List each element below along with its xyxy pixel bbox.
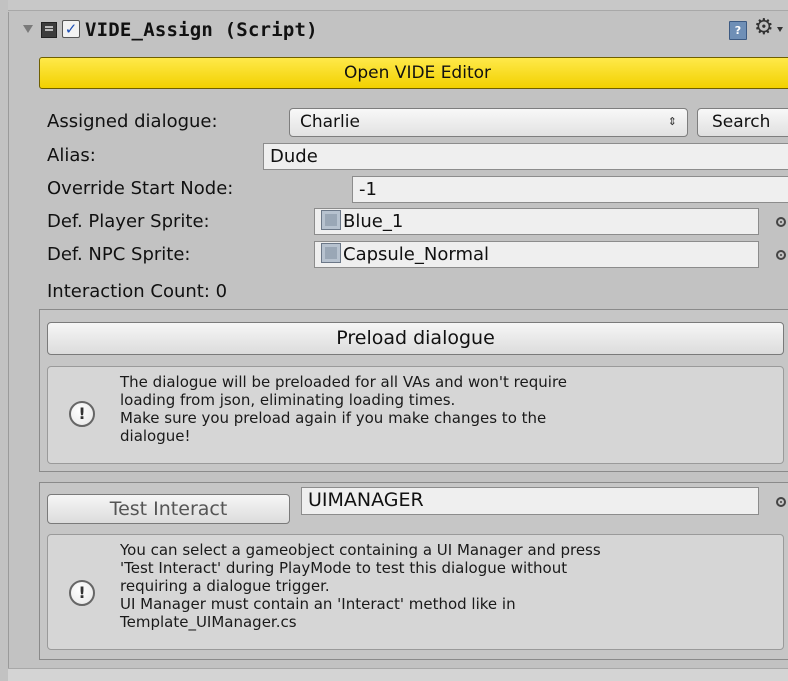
preload-dialogue-button[interactable]: Preload dialogue (47, 322, 784, 355)
vide-assign-component: ✓ VIDE_Assign (Script) ? ⚙ Open VIDE Edi… (8, 12, 788, 668)
open-vide-editor-button[interactable]: Open VIDE Editor (39, 57, 788, 89)
foldout-arrow-icon[interactable] (23, 25, 33, 33)
help-line: 'Test Interact' during PlayMode to test … (120, 559, 568, 577)
npc-sprite-label: Def. NPC Sprite: (47, 244, 191, 265)
inspector-bottom-edge (8, 668, 788, 681)
help-line: The dialogue will be preloaded for all V… (120, 373, 568, 391)
player-sprite-label: Def. Player Sprite: (47, 211, 210, 232)
npc-sprite-value: Capsule_Normal (343, 244, 490, 265)
help-line: loading from json, eliminating loading t… (120, 391, 456, 409)
search-button[interactable]: Search (697, 108, 788, 137)
help-line: UI Manager must contain an 'Interact' me… (120, 595, 516, 613)
help-line: dialogue! (120, 427, 191, 445)
override-start-node-input[interactable]: -1 (352, 176, 788, 203)
dropdown-arrows-icon: ⇕ (667, 115, 677, 128)
assigned-dialogue-value: Charlie (300, 112, 360, 132)
help-line: Make sure you preload again if you make … (120, 409, 547, 427)
npc-sprite-field[interactable]: Capsule_Normal (314, 241, 759, 268)
script-icon (41, 22, 57, 38)
help-line: You can select a gameobject containing a… (120, 541, 601, 559)
object-picker-icon[interactable] (776, 250, 786, 260)
ui-manager-field[interactable]: UIMANAGER (301, 487, 759, 515)
player-sprite-field[interactable]: Blue_1 (314, 208, 759, 235)
component-header[interactable]: ✓ VIDE_Assign (Script) ? ⚙ (9, 12, 788, 52)
assigned-dialogue-dropdown[interactable]: Charlie ⇕ (289, 108, 688, 137)
object-picker-icon[interactable] (776, 497, 786, 507)
test-interact-button[interactable]: Test Interact (47, 494, 290, 524)
preload-help-box: ! The dialogue will be preloaded for all… (47, 366, 784, 464)
component-title: VIDE_Assign (Script) (85, 19, 318, 41)
info-icon: ! (69, 580, 95, 606)
player-sprite-value: Blue_1 (343, 211, 404, 232)
alias-label: Alias: (47, 145, 96, 166)
book-icon[interactable]: ? (729, 21, 747, 40)
test-help-box: ! You can select a gameobject containing… (47, 534, 784, 650)
help-line: requiring a dialogue trigger. (120, 577, 330, 595)
info-icon: ! (69, 401, 95, 427)
enable-checkbox[interactable]: ✓ (62, 20, 80, 38)
previous-component-edge (8, 0, 788, 11)
override-start-node-label: Override Start Node: (47, 178, 234, 199)
help-line: Template_UIManager.cs (120, 613, 297, 631)
interaction-count: Interaction Count: 0 (47, 281, 228, 302)
inspector-frame: ✓ VIDE_Assign (Script) ? ⚙ Open VIDE Edi… (0, 0, 788, 681)
object-picker-icon[interactable] (776, 217, 786, 227)
chevron-down-icon[interactable] (777, 27, 783, 32)
sprite-icon (321, 243, 341, 263)
assigned-dialogue-label: Assigned dialogue: (47, 111, 218, 132)
alias-input[interactable]: Dude (263, 143, 788, 170)
sprite-icon (321, 210, 341, 230)
gear-icon[interactable]: ⚙ (754, 15, 774, 40)
